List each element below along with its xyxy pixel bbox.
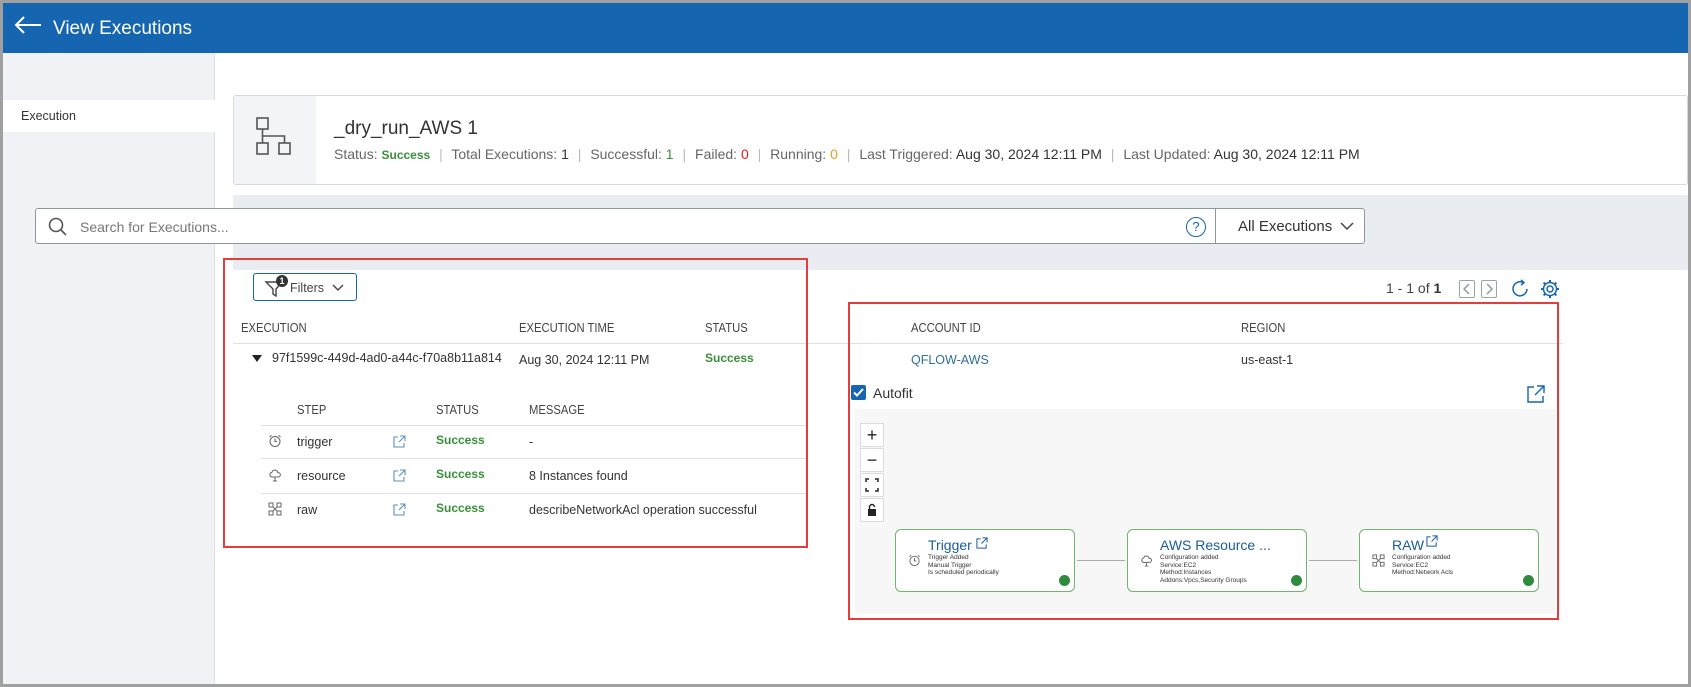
node-detail-line: Service:EC2 (1392, 561, 1429, 569)
back-arrow-icon[interactable] (13, 13, 43, 37)
node-title: AWS Resource ... (1160, 537, 1271, 553)
alarm-clock-icon (909, 554, 920, 567)
prev-page-button[interactable] (1459, 280, 1475, 298)
help-icon[interactable]: ? (1186, 217, 1206, 237)
highlight-box-steps (223, 258, 808, 548)
open-external-icon[interactable] (1526, 384, 1546, 404)
node-detail-line: Service:EC2 (1160, 561, 1197, 569)
status-value: Success (381, 148, 431, 162)
node-title: Trigger (928, 537, 972, 553)
sidebar: Execution (3, 53, 215, 684)
app-frame: View Executions Execution _dry_run_AWS 1… (0, 0, 1691, 687)
divider: | (1110, 146, 1115, 162)
success-check-icon (1059, 575, 1070, 586)
lock-button[interactable] (860, 498, 884, 522)
node-details: Configuration added Service:EC2 Method:N… (1392, 554, 1453, 577)
divider: | (439, 146, 443, 162)
executions-filter-value: All Executions (1238, 218, 1333, 235)
success-check-icon (1291, 575, 1302, 586)
chevron-right-icon (1486, 283, 1493, 295)
fit-view-button[interactable] (860, 473, 884, 497)
divider: | (682, 146, 687, 162)
search-placeholder: Search for Executions... (80, 219, 229, 235)
successful-label: Successful: (590, 146, 662, 162)
node-detail-line: Method:Network Acls (1392, 569, 1454, 576)
external-link-icon[interactable] (1426, 535, 1438, 547)
last-triggered-label: Last Triggered: (859, 146, 953, 162)
last-updated-label: Last Updated: (1123, 146, 1211, 162)
failed-value: 0 (740, 146, 749, 162)
zoom-in-button[interactable]: + (860, 423, 884, 447)
next-page-button[interactable] (1481, 280, 1497, 298)
sidebar-item-execution[interactable]: Execution (3, 100, 215, 132)
pagination-total: 1 (1433, 280, 1442, 296)
successful-value: 1 (665, 146, 674, 162)
network-icon (1372, 554, 1385, 567)
node-detail-line: Addons:Vpcs,Security Groups (1160, 576, 1247, 584)
node-title: RAW (1392, 537, 1425, 553)
status-label: Status: (334, 146, 378, 162)
flow-edge (1309, 560, 1357, 561)
node-details: Trigger Added Manual Trigger Is schedule… (928, 554, 999, 577)
flow-edge (1077, 560, 1125, 561)
flow-node-raw[interactable]: RAW Configuration added Service:EC2 Meth… (1359, 529, 1539, 592)
gear-icon[interactable] (1539, 278, 1561, 300)
last-updated-value: Aug 30, 2024 12:11 PM (1213, 146, 1360, 162)
flow-node-aws-resource[interactable]: AWS Resource ... Configuration added Ser… (1127, 529, 1307, 592)
page-title: View Executions (53, 18, 193, 39)
total-value: 1 (561, 146, 569, 162)
top-bar: View Executions (3, 3, 1688, 53)
executions-filter-select[interactable]: All Executions (1215, 208, 1365, 244)
last-triggered-value: Aug 30, 2024 12:11 PM (955, 146, 1102, 162)
running-value: 0 (830, 146, 838, 162)
node-detail-line: Trigger Added (928, 554, 969, 561)
workflow-name: _dry_run_AWS 1 (334, 118, 478, 139)
pagination-range: 1 - 1 of (1386, 280, 1430, 296)
workflow-stats: Status: Success | Total Executions: 1 | … (334, 146, 1360, 162)
node-detail-line: Manual Trigger (928, 561, 972, 569)
running-label: Running: (770, 146, 827, 162)
external-link-icon[interactable] (976, 537, 988, 549)
divider: | (757, 146, 762, 162)
pagination-info: 1 - 1 of 1 (1386, 280, 1441, 296)
node-details: Configuration added Service:EC2 Method:I… (1160, 554, 1247, 584)
chevron-down-icon (1340, 222, 1354, 231)
checkmark-icon (853, 388, 864, 397)
node-detail-line: Configuration added (1392, 554, 1451, 561)
cloud-icon (1141, 555, 1152, 567)
fit-view-icon (865, 478, 879, 492)
node-detail-line: Is scheduled periodically (928, 569, 999, 576)
flow-node-trigger[interactable]: Trigger Trigger Added Manual Trigger Is … (895, 529, 1075, 592)
workflow-icon-box (234, 96, 316, 184)
failed-label: Failed: (695, 146, 738, 162)
workflow-header-card: _dry_run_AWS 1 Status: Success | Total E… (233, 95, 1688, 185)
node-detail-line: Configuration added (1160, 554, 1219, 561)
total-label: Total Executions: (451, 146, 558, 162)
chevron-left-icon (1463, 283, 1470, 295)
refresh-icon[interactable] (1510, 278, 1532, 300)
divider: | (846, 146, 851, 162)
autofit-label[interactable]: Autofit (873, 385, 913, 401)
node-detail-line: Method:Instances (1160, 569, 1212, 576)
zoom-out-button[interactable]: − (860, 448, 884, 472)
lock-icon (868, 503, 876, 516)
search-input[interactable]: Search for Executions... ? (35, 208, 1217, 244)
success-check-icon (1523, 575, 1534, 586)
divider: | (577, 146, 582, 162)
search-icon (48, 217, 67, 236)
autofit-checkbox[interactable] (851, 385, 866, 400)
workflow-icon (256, 117, 291, 155)
